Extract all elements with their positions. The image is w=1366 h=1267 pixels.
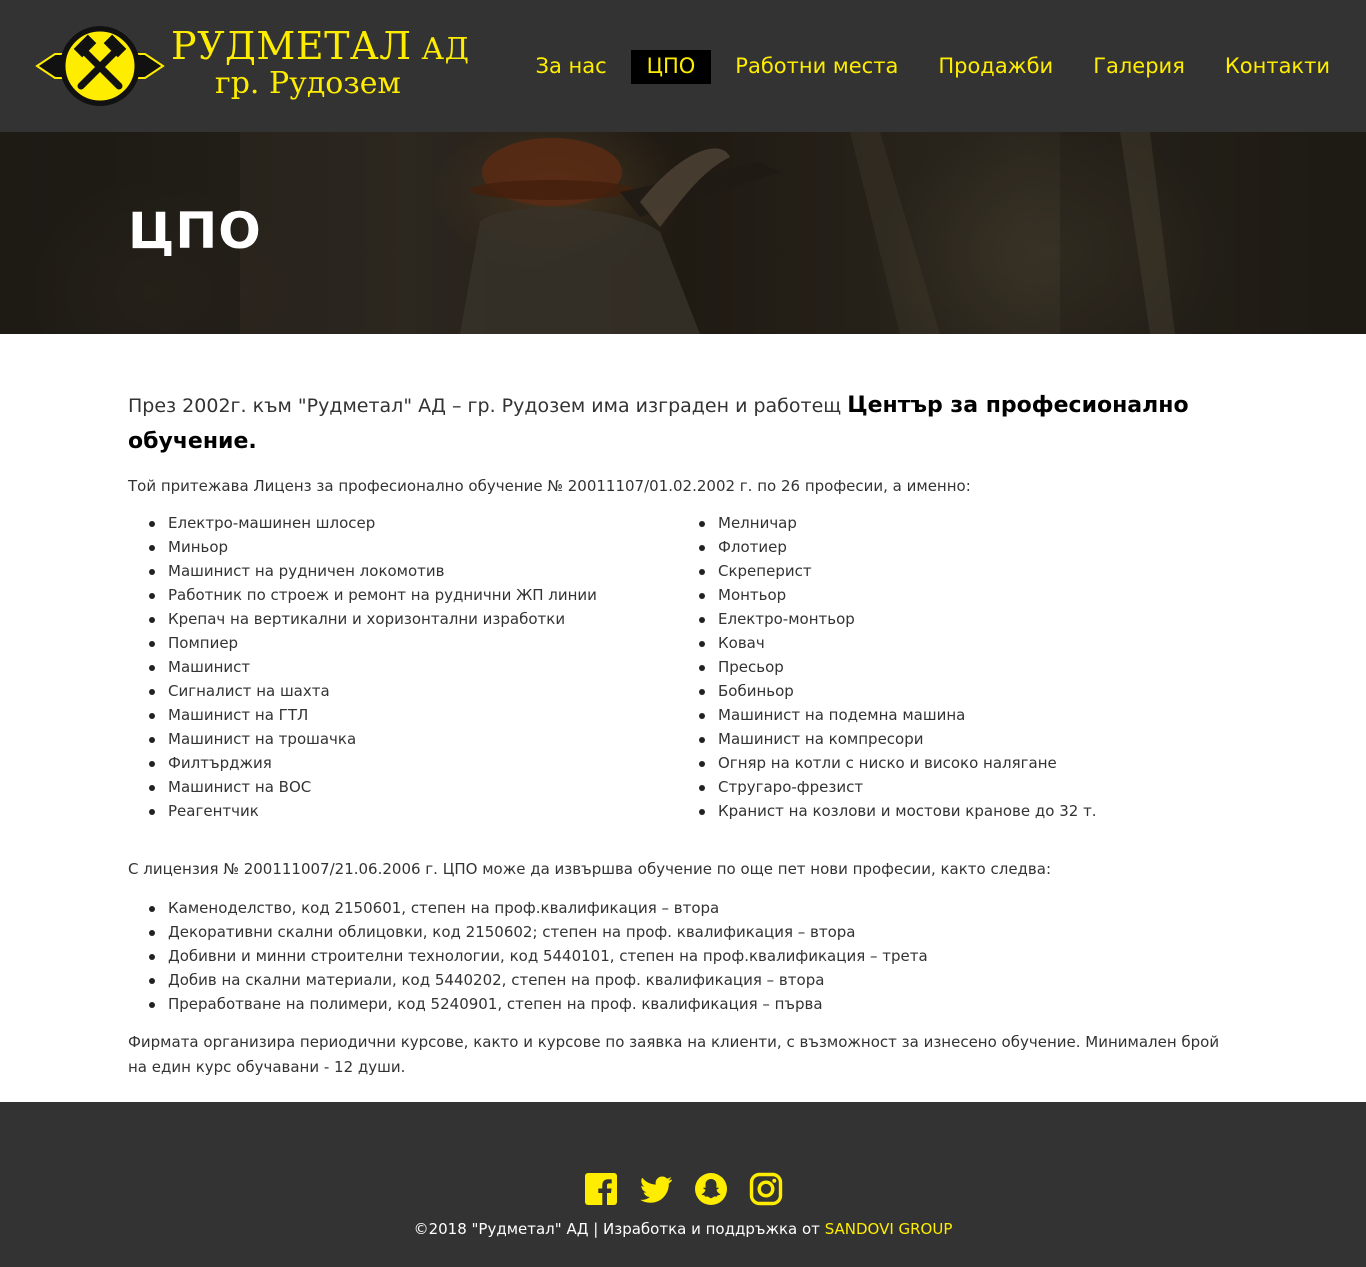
site-footer: ©2018 "Рудметал" АД | Изработка и поддръ… bbox=[0, 1102, 1366, 1267]
list-item: Пресьор bbox=[678, 655, 1228, 679]
main-content: През 2002г. към "Рудметал" АД – гр. Рудо… bbox=[128, 388, 1228, 1080]
list-item: Крепач на вертикални и хоризонтални изра… bbox=[128, 607, 678, 631]
logo-subtitle: гр. Рудозем bbox=[215, 66, 401, 101]
list-item: Ковач bbox=[678, 631, 1228, 655]
list-item: Електро-монтьор bbox=[678, 607, 1228, 631]
page-title: ЦПО bbox=[128, 202, 262, 260]
site-logo[interactable]: РУДМЕТАЛ АД гр. Рудозем bbox=[35, 22, 495, 112]
list-item: Машинист на трошачка bbox=[128, 727, 678, 751]
social-links bbox=[0, 1172, 1366, 1206]
hero-banner: ЦПО bbox=[0, 132, 1366, 334]
nav-item-contacts[interactable]: Контакти bbox=[1209, 50, 1346, 84]
nav-item-gallery[interactable]: Галерия bbox=[1077, 50, 1201, 84]
list-item: Мелничар bbox=[678, 511, 1228, 535]
license2-paragraph: С лицензия № 200111007/21.06.2006 г. ЦПО… bbox=[128, 860, 1052, 878]
nav-item-cpo[interactable]: ЦПО bbox=[630, 50, 712, 84]
nav-item-jobs[interactable]: Работни места bbox=[719, 50, 914, 84]
list-item: Помпиер bbox=[128, 631, 678, 655]
list-item: Миньор bbox=[128, 535, 678, 559]
logo-title-suffix: АД bbox=[421, 32, 470, 67]
list-item: Добив на скални материали, код 5440202, … bbox=[128, 968, 1228, 992]
professions-list-right: Мелничар Флотиер Скреперист Монтьор Елек… bbox=[678, 511, 1228, 823]
list-item: Работник по строеж и ремонт на руднични … bbox=[128, 583, 678, 607]
list-item: Машинист bbox=[128, 655, 678, 679]
main-nav: За нас ЦПО Работни места Продажби Галери… bbox=[512, 50, 1346, 84]
professions-list-left: Електро-машинен шлосер Миньор Машинист н… bbox=[128, 511, 678, 823]
list-item: Електро-машинен шлосер bbox=[128, 511, 678, 535]
professions-columns: Електро-машинен шлосер Миньор Машинист н… bbox=[128, 511, 1228, 823]
list-item: Бобиньор bbox=[678, 679, 1228, 703]
logo-title-text: РУДМЕТАЛ bbox=[171, 24, 412, 68]
twitter-icon[interactable] bbox=[639, 1172, 673, 1206]
site-header: РУДМЕТАЛ АД гр. Рудозем За нас ЦПО Работн… bbox=[0, 0, 1366, 132]
list-item: Машинист на компресори bbox=[678, 727, 1228, 751]
hammer-pick-emblem-icon bbox=[35, 26, 165, 106]
list-item: Филтърджия bbox=[128, 751, 678, 775]
list-item: Каменоделство, код 2150601, степен на пр… bbox=[128, 896, 1228, 920]
list-item: Машинист на ВОС bbox=[128, 775, 678, 799]
list-item: Машинист на рудничен локомотив bbox=[128, 559, 678, 583]
nav-item-sales[interactable]: Продажби bbox=[922, 50, 1069, 84]
list-item: Реагентчик bbox=[128, 799, 678, 823]
facebook-icon[interactable] bbox=[584, 1172, 618, 1206]
intro-paragraph: През 2002г. към "Рудметал" АД – гр. Рудо… bbox=[128, 388, 1228, 460]
list-item: Скреперист bbox=[678, 559, 1228, 583]
list-item: Флотиер bbox=[678, 535, 1228, 559]
list-item: Декоративни скални облицовки, код 215060… bbox=[128, 920, 1228, 944]
new-professions-list: Каменоделство, код 2150601, степен на пр… bbox=[128, 896, 1228, 1016]
license-paragraph: Той притежава Лиценз за професионално об… bbox=[128, 477, 971, 495]
list-item: Машинист на ГТЛ bbox=[128, 703, 678, 727]
list-item: Стругаро-фрезист bbox=[678, 775, 1228, 799]
intro-text: През 2002г. към "Рудметал" АД – гр. Рудо… bbox=[128, 395, 848, 417]
copyright-text: ©2018 "Рудметал" АД | Изработка и поддръ… bbox=[0, 1220, 1366, 1238]
logo-title: РУДМЕТАЛ АД bbox=[171, 24, 470, 68]
copyright-label: ©2018 "Рудметал" АД | Изработка и поддръ… bbox=[413, 1220, 825, 1238]
list-item: Монтьор bbox=[678, 583, 1228, 607]
credit-link[interactable]: SANDOVI GROUP bbox=[825, 1220, 953, 1238]
snapchat-icon[interactable] bbox=[694, 1172, 728, 1206]
nav-item-about[interactable]: За нас bbox=[520, 50, 623, 84]
list-item: Огняр на котли с ниско и високо налягане bbox=[678, 751, 1228, 775]
list-item: Машинист на подемна машина bbox=[678, 703, 1228, 727]
instagram-icon[interactable] bbox=[749, 1172, 783, 1206]
list-item: Преработване на полимери, код 5240901, с… bbox=[128, 992, 1228, 1016]
list-item: Сигналист на шахта bbox=[128, 679, 678, 703]
firm-paragraph: Фирмата организира периодични курсове, к… bbox=[128, 1033, 1220, 1076]
list-item: Добивни и минни строителни технологии, к… bbox=[128, 944, 1228, 968]
list-item: Кранист на козлови и мостови кранове до … bbox=[678, 799, 1228, 823]
